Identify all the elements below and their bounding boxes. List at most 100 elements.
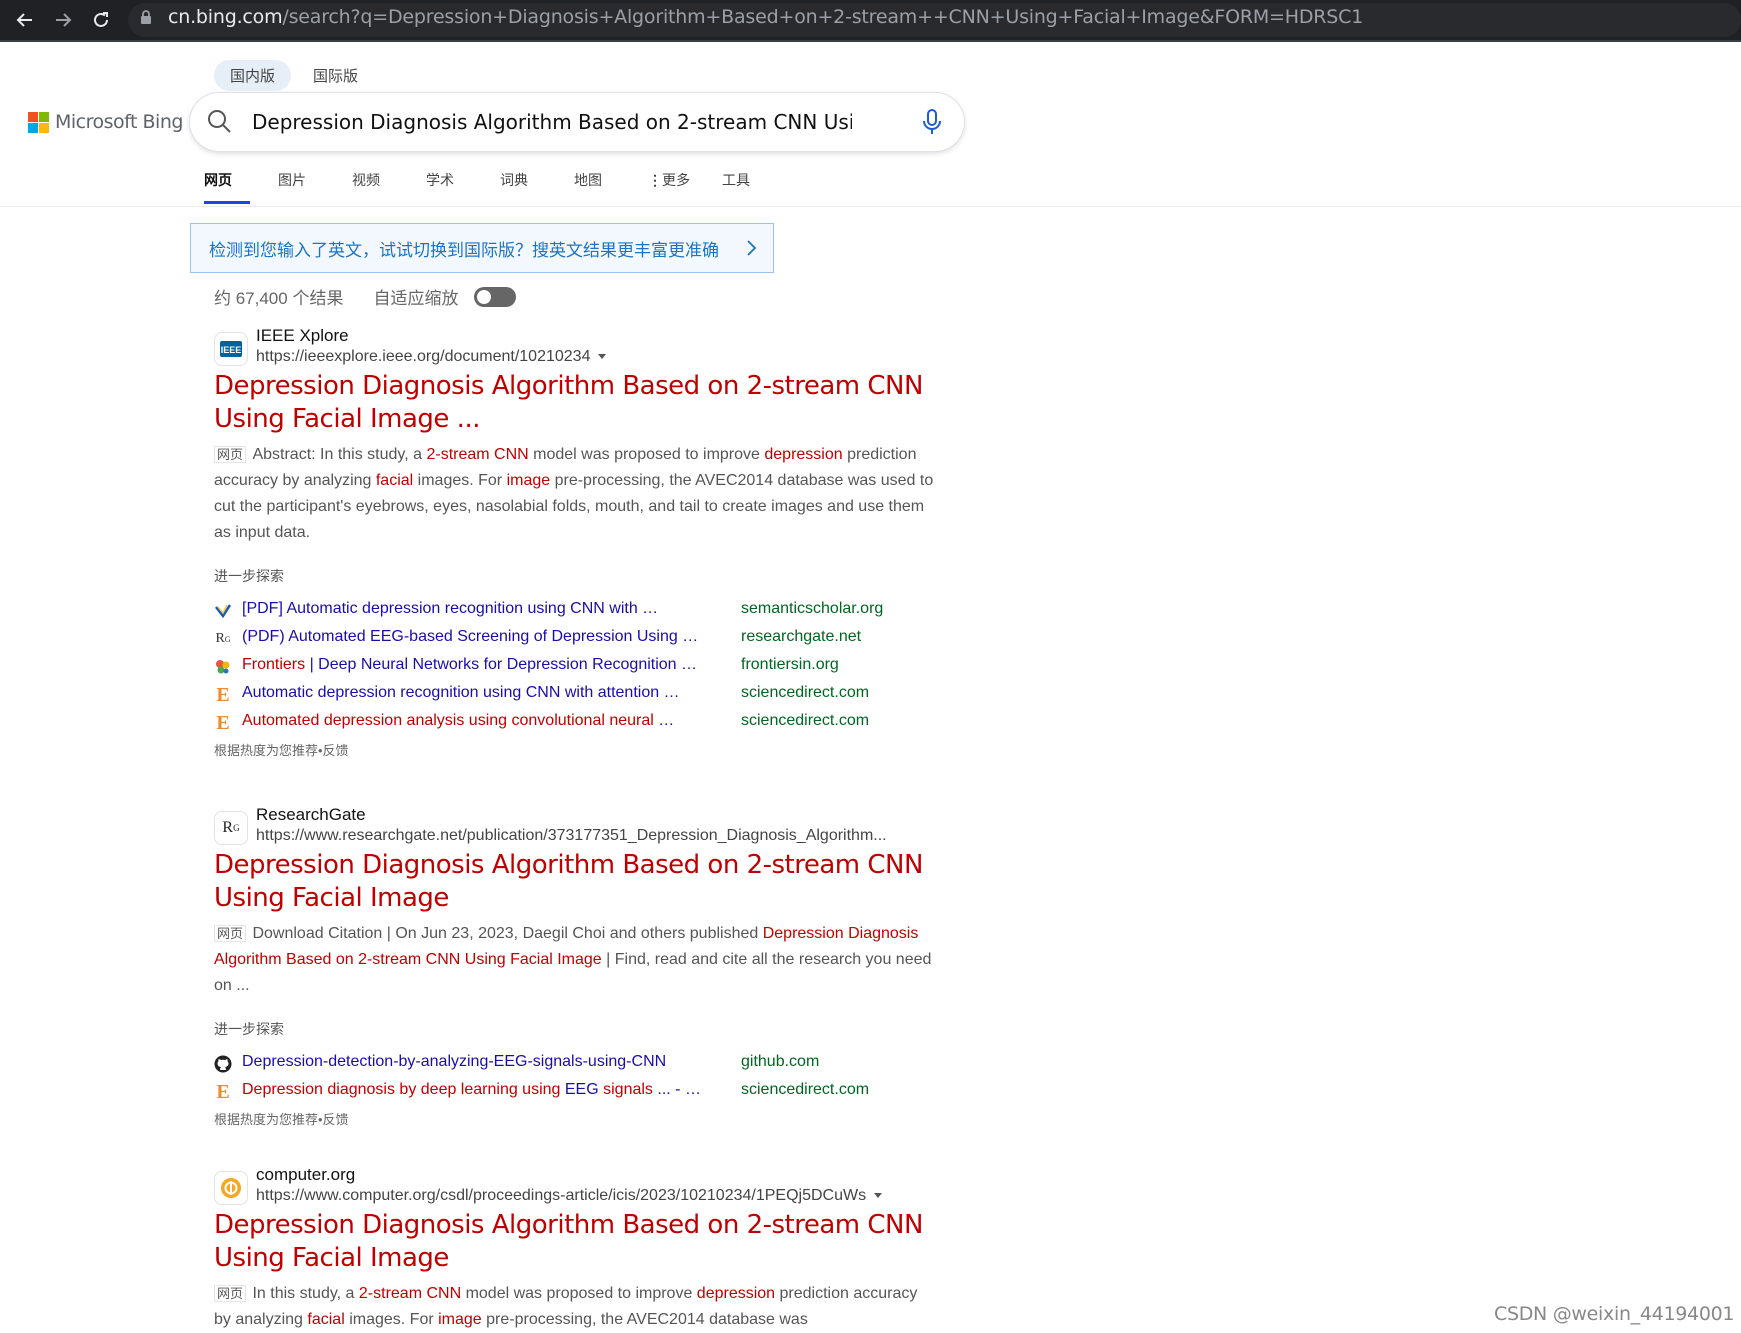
microphone-icon[interactable] <box>922 108 942 136</box>
url-text[interactable]: cn.bing.com/search?q=Depression+Diagnosi… <box>168 6 1363 28</box>
search-box[interactable]: Depression Diagnosis Algorithm Based on … <box>190 93 964 151</box>
related-link-text[interactable]: [PDF] Automatic depression recognition u… <box>242 600 722 618</box>
lock-icon <box>141 10 151 24</box>
related-link-domain: sciencedirect.com <box>741 1081 870 1098</box>
explore-heading: 进一步探索 <box>214 1021 284 1037</box>
tab-more[interactable]: ⋮更多 <box>648 170 722 204</box>
source-name[interactable]: ResearchGate <box>256 805 366 825</box>
source-url[interactable]: https://www.researchgate.net/publication… <box>256 827 887 845</box>
more-dots-icon: ⋮ <box>648 172 662 188</box>
tab-web[interactable]: 网页 <box>204 170 250 204</box>
result-title[interactable]: Depression Diagnosis Algorithm Based on … <box>214 370 954 436</box>
tab-more-label: 更多 <box>662 172 690 188</box>
related-link[interactable]: RG (PDF) Automated EEG-based Screening o… <box>214 626 954 652</box>
results-count: 约 67,400 个结果 <box>214 289 344 308</box>
result-title[interactable]: Depression Diagnosis Algorithm Based on … <box>214 1209 954 1275</box>
snippet-tag: 网页 <box>214 925 247 942</box>
tab-international[interactable]: 国际版 <box>297 60 374 91</box>
tab-maps[interactable]: 地图 <box>574 170 648 204</box>
snippet-tag: 网页 <box>214 1285 247 1302</box>
related-link-text-highlight: Frontiers <box>242 656 306 673</box>
back-button[interactable] <box>10 5 40 35</box>
source-url[interactable]: https://www.computer.org/csdl/proceeding… <box>256 1187 883 1205</box>
tab-domestic[interactable]: 国内版 <box>214 60 292 91</box>
source-name[interactable]: computer.org <box>256 1165 355 1185</box>
related-link-domain: github.com <box>741 1053 820 1070</box>
url-host: cn.bing.com <box>168 6 283 28</box>
recommendation-feedback[interactable]: 根据热度为您推荐•反馈 <box>214 1109 349 1128</box>
related-link-domain: sciencedirect.com <box>741 684 870 701</box>
researchgate-favicon-icon: RG <box>214 811 248 845</box>
related-link-text[interactable]: Automatic depression recognition using C… <box>242 684 722 702</box>
reload-icon <box>94 12 108 27</box>
bing-logo[interactable]: Microsoft Bing <box>28 111 183 133</box>
snippet-tag: 网页 <box>214 446 247 463</box>
related-link[interactable]: [PDF] Automatic depression recognition u… <box>214 598 954 624</box>
elsevier-icon: E <box>216 1080 230 1103</box>
github-icon <box>214 1055 232 1073</box>
related-link-text[interactable]: Automated depression analysis using conv… <box>242 712 722 730</box>
tab-videos[interactable]: 视频 <box>352 170 426 204</box>
recommendation-feedback[interactable]: 根据热度为您推荐•反馈 <box>214 740 349 759</box>
elsevier-icon: E <box>216 683 230 706</box>
header-divider <box>0 206 1741 207</box>
result-snippet: 网页 Download Citation | On Jun 23, 2023, … <box>214 925 932 994</box>
svg-text:IEEE: IEEE <box>221 345 242 355</box>
tab-tools-label: 工具 <box>722 172 750 188</box>
source-name[interactable]: IEEE Xplore <box>256 326 349 346</box>
chevron-right-icon <box>747 240 757 256</box>
results-count-row: 约 67,400 个结果 自适应缩放 <box>214 284 517 309</box>
logo-text: Microsoft Bing <box>55 111 183 133</box>
related-link-domain: frontiersin.org <box>741 656 839 673</box>
source-url-text: https://www.computer.org/csdl/proceeding… <box>256 1187 867 1204</box>
tab-videos-label: 视频 <box>352 172 380 188</box>
microsoft-logo-icon <box>28 111 49 133</box>
tab-web-label: 网页 <box>204 172 232 188</box>
result-title[interactable]: Depression Diagnosis Algorithm Based on … <box>214 849 954 915</box>
tab-academic-label: 学术 <box>426 172 454 188</box>
related-link-text-highlight: signals <box>603 1081 653 1098</box>
related-link-domain: sciencedirect.com <box>741 712 870 729</box>
search-input[interactable]: Depression Diagnosis Algorithm Based on … <box>252 110 852 134</box>
adaptive-zoom-toggle[interactable] <box>474 286 517 307</box>
computer-org-favicon-icon <box>214 1171 248 1205</box>
related-link-text-highlight: Automated depression analysis using conv… <box>242 712 654 729</box>
scope-tabs: 网页 图片 视频 学术 词典 地图 ⋮更多 工具 <box>204 170 796 204</box>
related-link[interactable]: E Automated depression analysis using co… <box>214 710 954 736</box>
related-link-domain: researchgate.net <box>741 628 862 645</box>
researchgate-icon: RG <box>215 631 231 646</box>
source-url[interactable]: https://ieeexplore.ieee.org/document/102… <box>256 348 607 366</box>
caret-down-icon[interactable] <box>874 1193 883 1199</box>
related-link-text[interactable]: Depression diagnosis by deep learning us… <box>242 1081 722 1099</box>
reload-button[interactable] <box>86 5 116 35</box>
related-link[interactable]: E Depression diagnosis by deep learning … <box>214 1079 954 1105</box>
csdn-watermark: CSDN @weixin_44194001 <box>1494 1303 1735 1325</box>
source-url-text: https://ieeexplore.ieee.org/document/102… <box>256 348 591 365</box>
tab-dictionary[interactable]: 词典 <box>500 170 574 204</box>
tab-images-label: 图片 <box>278 172 306 188</box>
related-link-text-highlight: Depression diagnosis by deep learning us… <box>242 1081 561 1098</box>
related-link[interactable]: Frontiers | Deep Neural Networks for Dep… <box>214 654 954 680</box>
tab-tools[interactable]: 工具 <box>722 170 796 204</box>
banner-text: 检测到您输入了英文，试试切换到国际版？搜英文结果更丰富更准确 <box>209 241 719 260</box>
region-tabs: 国内版 国际版 <box>214 60 374 91</box>
related-link-text[interactable]: (PDF) Automated EEG-based Screening of D… <box>242 628 722 646</box>
ieee-favicon-icon: IEEE <box>214 332 248 366</box>
back-arrow-icon <box>16 13 32 27</box>
forward-button[interactable] <box>48 5 78 35</box>
switch-international-banner[interactable]: 检测到您输入了英文，试试切换到国际版？搜英文结果更丰富更准确 <box>190 223 774 273</box>
tab-images[interactable]: 图片 <box>278 170 352 204</box>
result-snippet: 网页 Abstract: In this study, a 2-stream C… <box>214 446 934 541</box>
elsevier-icon: E <box>216 711 230 734</box>
tab-academic[interactable]: 学术 <box>426 170 500 204</box>
frontiers-icon <box>214 658 232 676</box>
forward-arrow-icon <box>56 13 72 27</box>
explore-heading: 进一步探索 <box>214 568 284 584</box>
caret-down-icon[interactable] <box>598 354 607 360</box>
related-link-text[interactable]: Frontiers | Deep Neural Networks for Dep… <box>242 656 722 674</box>
related-link[interactable]: E Automatic depression recognition using… <box>214 682 954 708</box>
related-link-text[interactable]: Depression-detection-by-analyzing-EEG-si… <box>242 1053 722 1071</box>
search-icon[interactable] <box>206 108 232 134</box>
related-link-domain: semanticscholar.org <box>741 600 884 617</box>
related-link[interactable]: Depression-detection-by-analyzing-EEG-si… <box>214 1051 954 1077</box>
